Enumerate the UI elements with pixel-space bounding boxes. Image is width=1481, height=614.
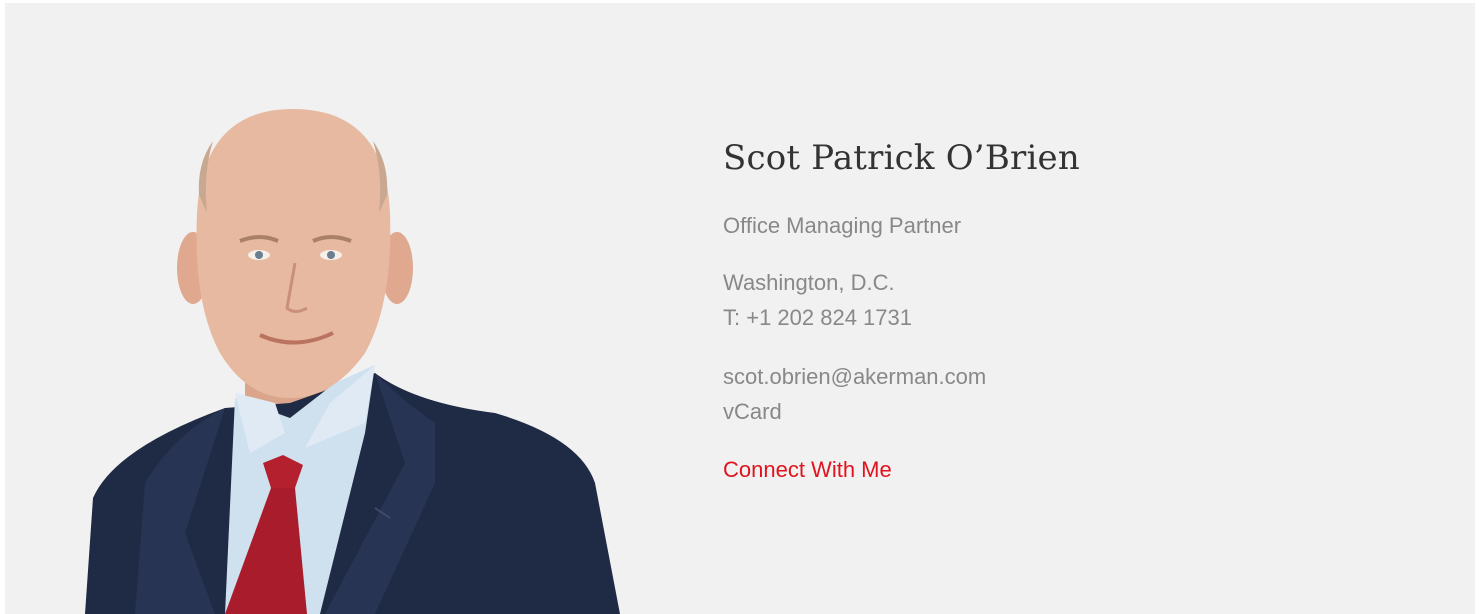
vcard-link[interactable]: vCard xyxy=(723,394,1423,429)
profile-info: Scot Patrick O’Brien Office Managing Par… xyxy=(723,135,1423,485)
email-vcard: scot.obrien@akerman.com vCard xyxy=(723,359,1423,429)
connect-with-me-link[interactable]: Connect With Me xyxy=(723,455,892,485)
attorney-profile-header: Scot Patrick O’Brien Office Managing Par… xyxy=(5,3,1475,614)
attorney-portrait-photo xyxy=(85,109,620,614)
email-link[interactable]: scot.obrien@akerman.com xyxy=(723,359,1423,394)
attorney-name: Scot Patrick O’Brien xyxy=(723,138,1080,178)
office-contact: Washington, D.C. T: +1 202 824 1731 xyxy=(723,265,1423,335)
office-location-link[interactable]: Washington, D.C. xyxy=(723,265,1423,300)
phone-link[interactable]: T: +1 202 824 1731 xyxy=(723,300,1423,335)
attorney-title: Office Managing Partner xyxy=(723,213,962,238)
